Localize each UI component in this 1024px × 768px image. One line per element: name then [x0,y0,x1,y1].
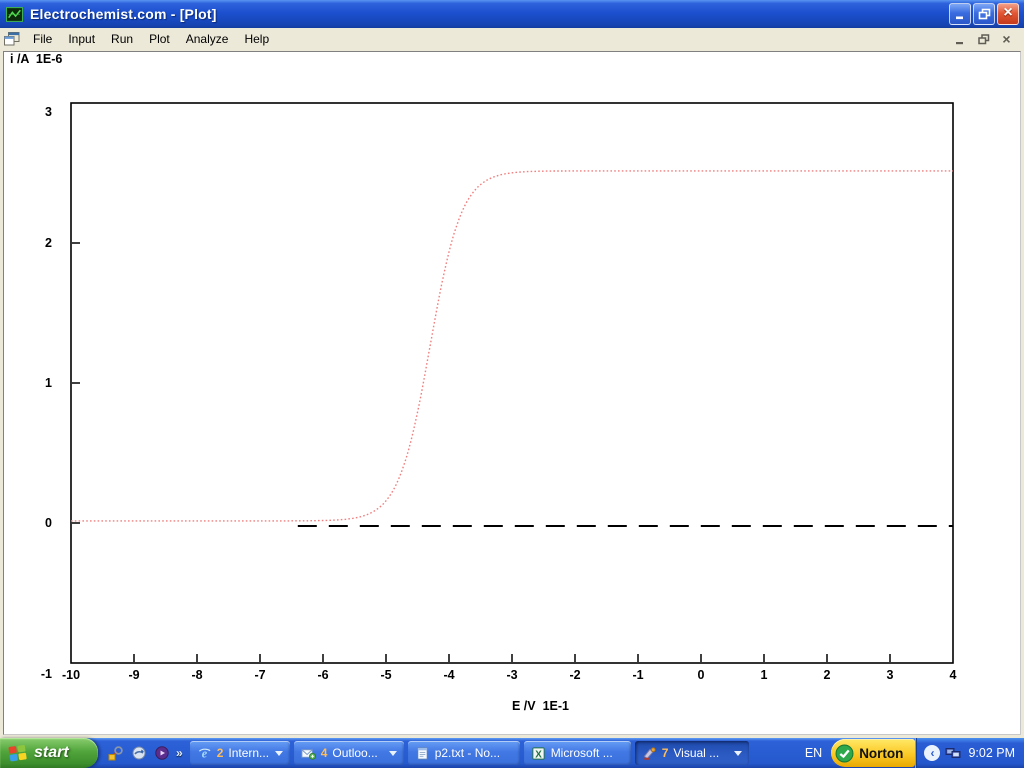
norton-button[interactable]: Norton [831,739,915,767]
restore-button[interactable] [973,3,995,25]
x-tick-label: 4 [931,667,975,683]
quick-launch-overflow-chevron-icon[interactable]: » [176,746,183,760]
y-tick-label: 0 [18,515,52,531]
globe-arrow-icon[interactable] [130,745,147,762]
tray-collapse-chevron-icon[interactable]: ‹ [924,745,940,761]
task-button-strip: e2 Intern... 4 Outloo... p2.txt - No... X Micr… [190,741,796,765]
title-bar: Electrochemist.com - [Plot] × [0,0,1024,28]
plot-client-area [3,51,1021,735]
start-button[interactable]: start [0,738,98,768]
taskbar-button-label: Intern... [228,746,269,760]
x-tick-label: -9 [112,667,156,683]
taskbar-button-visual-studio[interactable]: 7 Visual ... [635,741,749,765]
mdi-minimize-button[interactable] [953,32,968,46]
menu-file[interactable]: File [25,29,60,49]
y-tick-label: 2 [18,235,52,251]
window-count: 4 [321,746,328,760]
notepad-icon [415,746,430,761]
x-tick-label: 3 [868,667,912,683]
taskbar-button-excel[interactable]: X Microsoft ... [524,741,631,765]
y-tick-label: 3 [18,104,52,120]
password-tool-icon[interactable] [107,745,124,762]
internet-explorer-icon: e [197,746,212,761]
mdi-restore-button[interactable] [976,32,991,46]
mdi-close-button[interactable]: × [999,32,1014,46]
y-tick-label: -1 [18,666,52,682]
x-tick-label: -3 [490,667,534,683]
menu-input[interactable]: Input [60,29,103,49]
x-tick-label: 2 [805,667,849,683]
norton-check-icon [835,744,854,763]
x-tick-label: -4 [427,667,471,683]
x-tick-label: -2 [553,667,597,683]
svg-text:X: X [535,749,542,760]
taskbar-button-notepad[interactable]: p2.txt - No... [408,741,520,765]
menu-help[interactable]: Help [236,29,277,49]
minimize-button[interactable] [949,3,971,25]
close-icon: × [1003,5,1012,21]
mdi-close-icon: × [1002,32,1010,46]
taskbar-button-outlook-express[interactable]: 4 Outloo... [294,741,404,765]
menu-bar: File Input Run Plot Analyze Help × [0,28,1024,50]
window-title: Electrochemist.com - [Plot] [30,6,949,22]
excel-icon: X [531,746,546,761]
taskbar: start » e2 Intern... 4 Outloo... p2.txt - No… [0,738,1024,768]
y-axis-title: i /A 1E-6 [10,52,62,66]
taskbar-clock: 9:02 PM [968,746,1015,760]
x-tick-label: -1 [616,667,660,683]
dropdown-caret-icon[interactable] [389,751,397,756]
dropdown-caret-icon[interactable] [275,751,283,756]
mdi-child-window-icon[interactable] [4,31,21,48]
y-tick-label: 1 [18,375,52,391]
menu-plot[interactable]: Plot [141,29,178,49]
network-icon[interactable] [945,745,961,761]
app-window: Electrochemist.com - [Plot] × [0,0,1024,768]
taskbar-button-label: Visual ... [673,746,719,760]
window-count: 2 [217,746,224,760]
window-count: 7 [662,746,669,760]
taskbar-button-label: p2.txt - No... [435,746,500,760]
taskbar-button-label: Microsoft ... [551,746,613,760]
system-tray: ‹ 9:02 PM [915,738,1024,768]
start-label: start [34,744,69,762]
quick-launch-bar: » [98,745,190,762]
windows-flag-icon [7,743,28,764]
x-tick-label: -5 [364,667,408,683]
taskbar-button-internet-explorer[interactable]: e2 Intern... [190,741,290,765]
x-tick-label: -6 [301,667,345,683]
outlook-express-icon [301,746,316,761]
language-indicator[interactable]: EN [796,746,831,760]
x-axis-title: E /V 1E-1 [512,699,569,713]
x-tick-label: -7 [238,667,282,683]
media-player-icon[interactable] [153,745,170,762]
client-frame [0,50,1024,738]
dropdown-caret-icon[interactable] [734,751,742,756]
x-tick-label: -8 [175,667,219,683]
menu-analyze[interactable]: Analyze [178,29,237,49]
norton-label: Norton [859,746,903,761]
taskbar-button-label: Outloo... [332,746,377,760]
plot-grid-icon [6,5,24,23]
close-button[interactable]: × [997,3,1019,25]
x-tick-label: 1 [742,667,786,683]
x-tick-label: -10 [49,667,93,683]
menu-run[interactable]: Run [103,29,141,49]
visual-studio-icon [642,746,657,761]
x-tick-label: 0 [679,667,723,683]
